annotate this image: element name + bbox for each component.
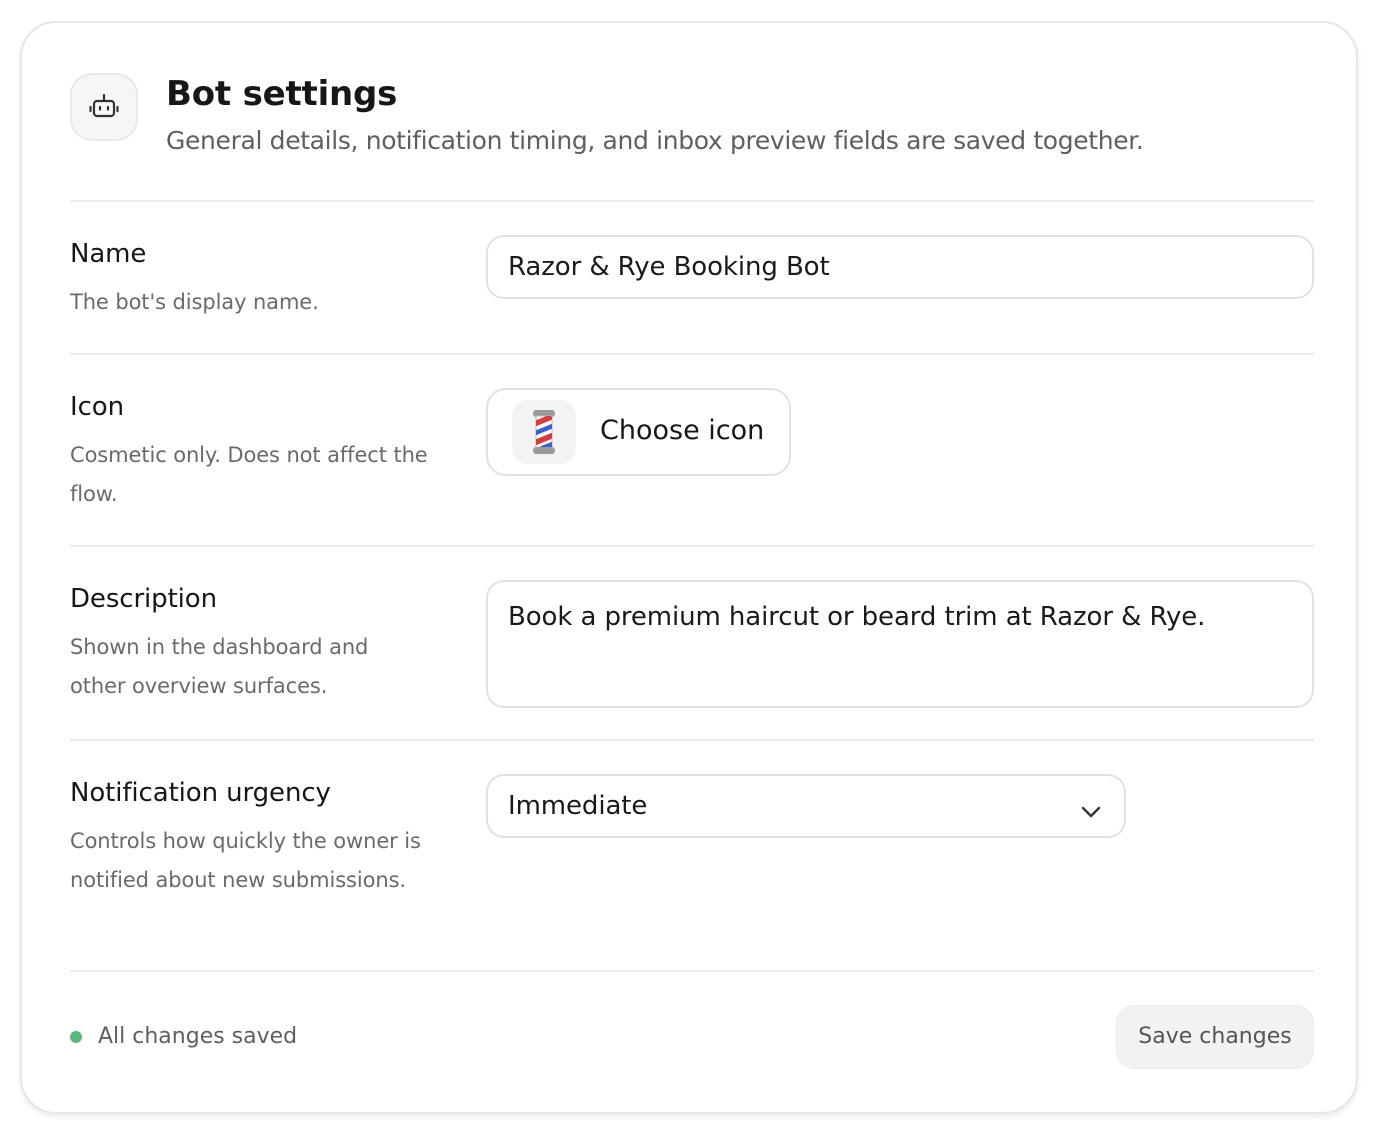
save-changes-button[interactable]: Save changes: [1116, 1005, 1314, 1069]
description-value: Book a premium haircut or beard trim at …: [508, 602, 1206, 632]
name-input[interactable]: Razor & Rye Booking Bot: [486, 235, 1314, 299]
name-help-text: The bot's display name.: [70, 290, 319, 314]
description-label: Description: [70, 584, 217, 614]
page-subtitle: General details, notification timing, an…: [166, 126, 1144, 155]
description-help-text: Shown in the dashboard and other overvie…: [70, 635, 369, 698]
choose-icon-label: Choose icon: [600, 415, 765, 446]
choose-icon-button[interactable]: Choose icon: [486, 388, 791, 476]
divider: [70, 545, 1314, 547]
divider: [70, 970, 1314, 972]
saved-status-dot: [70, 1031, 82, 1043]
urgency-label: Notification urgency: [70, 778, 331, 808]
name-label: Name: [70, 239, 147, 269]
urgency-help-text: Controls how quickly the owner is notifi…: [70, 829, 421, 892]
card-header: Bot settings General details, notificati…: [70, 71, 1314, 201]
bot-settings-card: Bot settings General details, notificati…: [20, 21, 1358, 1114]
robot-icon: [70, 73, 138, 141]
urgency-select[interactable]: Immediate: [486, 774, 1126, 838]
chevron-down-icon: [1080, 796, 1102, 826]
divider: [70, 353, 1314, 355]
name-input-value: Razor & Rye Booking Bot: [508, 252, 830, 282]
icon-help-text: Cosmetic only. Does not affect the flow.: [70, 443, 428, 506]
icon-label: Icon: [70, 392, 124, 422]
divider: [70, 200, 1314, 202]
saved-status-text: All changes saved: [98, 1024, 298, 1049]
barber-pole-icon: [512, 400, 576, 464]
description-textarea[interactable]: Book a premium haircut or beard trim at …: [486, 580, 1314, 708]
page-title: Bot settings: [166, 74, 398, 114]
urgency-selected-value: Immediate: [508, 791, 648, 821]
divider: [70, 739, 1314, 741]
